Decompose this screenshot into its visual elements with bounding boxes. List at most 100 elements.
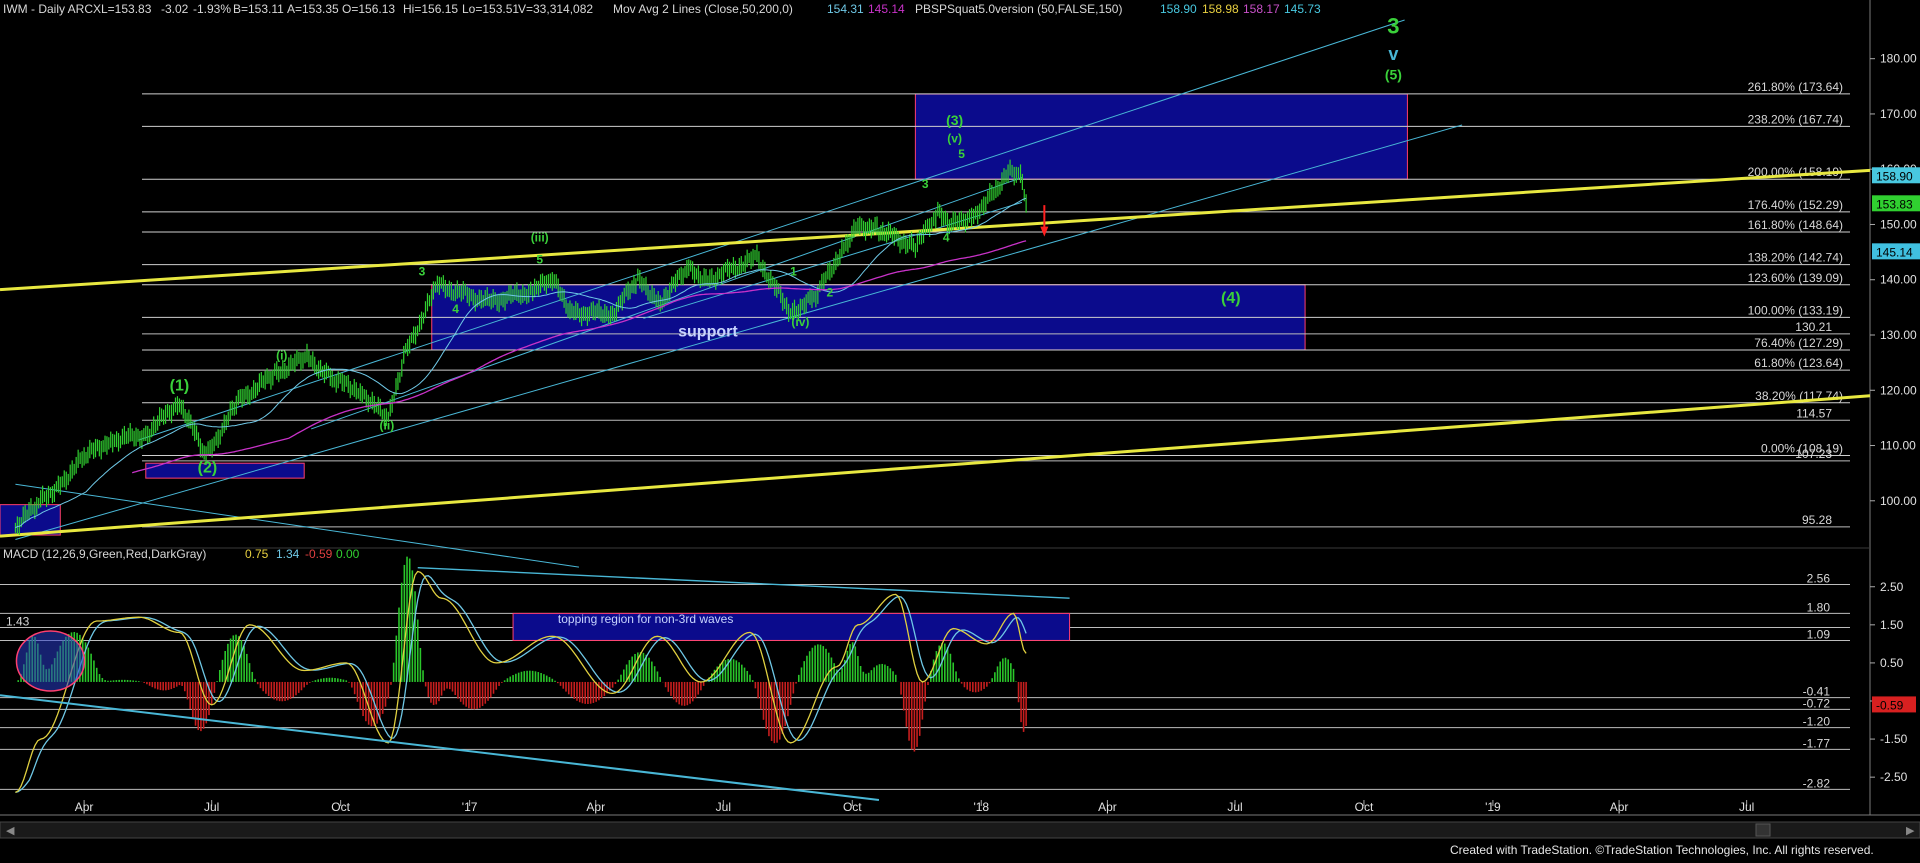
- macd-value-2: 1.34: [276, 547, 300, 561]
- time-tick-label-12: Apr: [1610, 800, 1629, 814]
- macd-level-label-7: -1.77: [1803, 736, 1831, 750]
- price-change-pct: -1.93%: [193, 2, 231, 16]
- wave-label-13: 2: [827, 285, 834, 299]
- wave-label-10: 3: [419, 264, 426, 278]
- price-tick-label-4: 140.00: [1880, 273, 1917, 287]
- chart-window: IWM - Daily ARCX L=153.83 -3.02 -1.93% B…: [0, 0, 1920, 858]
- wave-label-11: 4: [452, 302, 459, 316]
- macd-title: MACD (12,26,9,Green,Red,DarkGray): [3, 547, 206, 561]
- price-tick-label-5: 150.00: [1880, 217, 1917, 231]
- time-tick-label-2: Oct: [331, 800, 350, 814]
- price-level-label-0: 130.21: [1795, 320, 1832, 334]
- wave-label-1: v: [1388, 44, 1398, 64]
- macd-value-1: 0.75: [245, 547, 269, 561]
- price-tick-label-2: 120.00: [1880, 383, 1917, 397]
- wave-label-8: (iii): [531, 231, 549, 245]
- time-tick-label-4: Apr: [586, 800, 605, 814]
- macd-tick-label-4: 1.50: [1880, 618, 1904, 632]
- time-tick-label-9: Jul: [1227, 800, 1242, 814]
- ma50-value: 154.31: [827, 2, 864, 16]
- price-level-label-1: 114.57: [1796, 406, 1832, 420]
- time-tick-label-0: Apr: [75, 800, 94, 814]
- fib-label-9: 61.80% (123.64): [1754, 356, 1843, 370]
- fib-label-7: 100.00% (133.19): [1748, 303, 1843, 317]
- footer-credit: Created with TradeStation. ©TradeStation…: [1450, 843, 1874, 857]
- price-tick-label-3: 130.00: [1880, 328, 1917, 342]
- price-tag-label-2: 145.14: [1876, 245, 1913, 259]
- wave-label-18: (ii): [380, 419, 395, 433]
- macd-level-label-5: -0.72: [1803, 696, 1831, 710]
- fib-label-3: 176.40% (152.29): [1748, 198, 1843, 212]
- wave-label-3: (3): [946, 112, 963, 128]
- chart-canvas[interactable]: IWM - Daily ARCX L=153.83 -3.02 -1.93% B…: [0, 0, 1920, 858]
- high-price: Hi=156.15: [403, 2, 458, 16]
- ma-study-label: Mov Avg 2 Lines (Close,50,200,0): [613, 2, 793, 16]
- macd-tick-label-3: 0.50: [1880, 656, 1904, 670]
- price-tick-label-0: 100.00: [1880, 494, 1917, 508]
- wave-label-17: (1): [170, 377, 190, 394]
- topping-region-label: topping region for non-3rd waves: [558, 612, 733, 626]
- macd-tag-label-0: -0.59: [1876, 698, 1904, 712]
- wave-label-9: 5: [536, 253, 543, 267]
- fib-label-4: 161.80% (148.64): [1748, 218, 1843, 232]
- volume: V=33,314,082: [518, 2, 593, 16]
- support-label: support: [678, 324, 738, 341]
- ask-price: A=153.35: [287, 2, 339, 16]
- squat-value-3: 158.17: [1243, 2, 1280, 16]
- scroll-left-arrow: ◀: [6, 825, 15, 837]
- zone-box-0: [914, 93, 1408, 180]
- wave-label-6: 3: [922, 177, 929, 191]
- scroll-right-arrow: ▶: [1906, 825, 1915, 837]
- zone-box-2: [145, 462, 305, 479]
- macd-level-label-2: 1.43: [6, 614, 30, 628]
- time-tick-label-1: Jul: [204, 800, 219, 814]
- price-change: -3.02: [161, 2, 189, 16]
- fib-label-8: 76.40% (127.29): [1754, 336, 1843, 350]
- time-tick-label-10: Oct: [1355, 800, 1374, 814]
- price-level-label-2: 107.23: [1795, 447, 1832, 461]
- macd-level-label-6: -1.20: [1803, 715, 1831, 729]
- open-price: O=156.13: [342, 2, 395, 16]
- scrollbar-thumb: [1755, 823, 1771, 837]
- macd-level-label-3: 1.09: [1807, 627, 1831, 641]
- price-tag-label-0: 158.90: [1876, 169, 1913, 183]
- time-tick-label-7: '18: [973, 800, 989, 814]
- bid-price: B=153.11: [233, 2, 284, 16]
- price-tag-label-1: 153.83: [1876, 197, 1913, 211]
- wave-label-5: 5: [958, 147, 965, 161]
- macd-tick-label-1: -1.50: [1880, 732, 1908, 746]
- price-level-label-3: 95.28: [1802, 513, 1832, 527]
- zone-box-3: [0, 504, 61, 536]
- last-price: L=153.83: [101, 2, 152, 16]
- macd-tick-label-5: 2.50: [1880, 580, 1904, 594]
- macd-value-3: -0.59: [305, 547, 333, 561]
- squat-value-2: 158.98: [1202, 2, 1239, 16]
- time-tick-label-3: '17: [462, 800, 478, 814]
- fib-label-5: 138.20% (142.74): [1748, 251, 1843, 265]
- macd-tick-label-0: -2.50: [1880, 770, 1908, 784]
- fib-label-6: 123.60% (139.09): [1748, 271, 1843, 285]
- low-price: Lo=153.51: [462, 2, 519, 16]
- wave-label-19: (2): [198, 460, 218, 477]
- wave-label-4: (v): [947, 132, 962, 146]
- macd-level-label-8: -2.82: [1803, 776, 1831, 790]
- time-tick-label-6: Oct: [843, 800, 862, 814]
- wave-label-16: (i): [276, 348, 287, 362]
- macd-highlight-ellipse: [15, 630, 86, 692]
- time-tick-label-11: '19: [1485, 800, 1501, 814]
- time-tick-label-8: Apr: [1098, 800, 1117, 814]
- macd-value-4: 0.00: [336, 547, 360, 561]
- price-tick-label-1: 110.00: [1880, 439, 1916, 453]
- macd-level-label-0: 2.56: [1807, 571, 1831, 585]
- scrollbar-track: [0, 821, 1920, 839]
- wave-label-0: 3: [1387, 13, 1399, 38]
- wave-label-12: 1: [790, 264, 797, 278]
- price-tick-label-8: 180.00: [1880, 52, 1917, 66]
- macd-level-label-1: 1.80: [1807, 600, 1831, 614]
- wave-label-14: (iv): [791, 315, 809, 329]
- time-tick-label-13: Jul: [1739, 800, 1754, 814]
- wave-label-7: 4: [943, 231, 950, 245]
- wave-label-15: (4): [1221, 290, 1241, 307]
- time-tick-label-5: Jul: [716, 800, 731, 814]
- squat-study-label: PBSPSquat5.0version (50,FALSE,150): [915, 2, 1122, 16]
